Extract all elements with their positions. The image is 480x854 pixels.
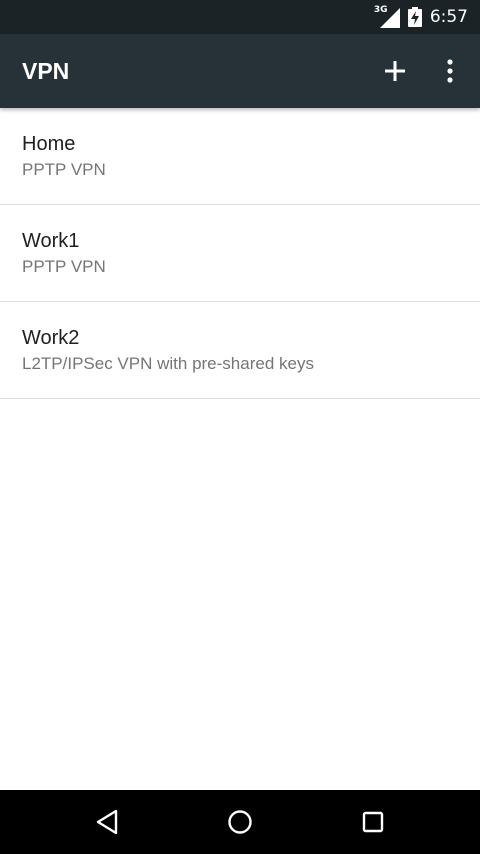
back-triangle-icon	[96, 809, 118, 835]
vpn-item-work1[interactable]: Work1 PPTP VPN	[0, 205, 480, 302]
status-time: 6:57	[429, 7, 468, 27]
page-title: VPN	[22, 58, 70, 84]
status-icons: 3G 6:57	[374, 0, 468, 34]
vpn-name: Work1	[22, 230, 80, 252]
more-options-button[interactable]	[430, 48, 470, 94]
vpn-item-work2[interactable]: Work2 L2TP/IPSec VPN with pre-shared key…	[0, 302, 480, 399]
status-bar: 3G 6:57	[0, 0, 480, 34]
home-circle-icon	[228, 810, 252, 834]
vpn-type: L2TP/IPSec VPN with pre-shared keys	[22, 354, 314, 373]
vpn-item-home[interactable]: Home PPTP VPN	[0, 108, 480, 205]
vpn-name: Home	[22, 133, 76, 155]
overflow-menu-icon	[447, 59, 453, 83]
back-button[interactable]	[67, 790, 147, 854]
signal-indicator: 3G	[374, 5, 400, 28]
battery-charging-icon	[407, 7, 422, 27]
vpn-type: PPTP VPN	[22, 160, 106, 179]
signal-icon	[379, 8, 400, 28]
plus-icon	[385, 61, 405, 81]
recents-button[interactable]	[333, 790, 413, 854]
vpn-type: PPTP VPN	[22, 257, 106, 276]
vpn-name: Work2	[22, 327, 80, 349]
add-vpn-button[interactable]	[372, 48, 418, 94]
app-bar: VPN	[0, 34, 480, 108]
vpn-list: Home PPTP VPN Work1 PPTP VPN Work2 L2TP/…	[0, 108, 480, 399]
navigation-bar	[0, 790, 480, 854]
home-button[interactable]	[200, 790, 280, 854]
recents-square-icon	[362, 811, 384, 833]
